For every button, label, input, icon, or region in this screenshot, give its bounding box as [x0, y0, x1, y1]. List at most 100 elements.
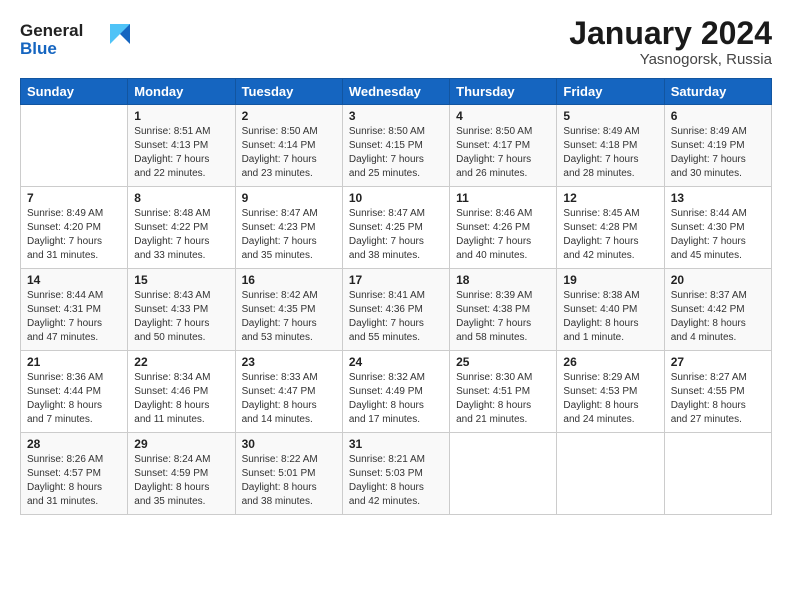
day-number: 18	[456, 273, 550, 287]
sunset-text: Sunset: 4:20 PM	[27, 222, 101, 233]
day-info: Sunrise: 8:32 AM Sunset: 4:49 PM Dayligh…	[349, 371, 443, 427]
sunrise-text: Sunrise: 8:44 AM	[27, 290, 103, 301]
daylight-text: Daylight: 7 hours and 30 minutes.	[671, 154, 746, 179]
day-info: Sunrise: 8:36 AM Sunset: 4:44 PM Dayligh…	[27, 371, 121, 427]
sunrise-text: Sunrise: 8:46 AM	[456, 208, 532, 219]
sunrise-text: Sunrise: 8:24 AM	[134, 454, 210, 465]
day-number: 16	[242, 273, 336, 287]
day-number: 28	[27, 437, 121, 451]
day-info: Sunrise: 8:41 AM Sunset: 4:36 PM Dayligh…	[349, 289, 443, 345]
sunrise-text: Sunrise: 8:44 AM	[671, 208, 747, 219]
day-number: 9	[242, 191, 336, 205]
daylight-text: Daylight: 7 hours and 33 minutes.	[134, 236, 209, 261]
calendar-header-row: Sunday Monday Tuesday Wednesday Thursday…	[21, 79, 772, 105]
day-info: Sunrise: 8:42 AM Sunset: 4:35 PM Dayligh…	[242, 289, 336, 345]
day-info: Sunrise: 8:38 AM Sunset: 4:40 PM Dayligh…	[563, 289, 657, 345]
sunrise-text: Sunrise: 8:50 AM	[456, 126, 532, 137]
table-row: 8 Sunrise: 8:48 AM Sunset: 4:22 PM Dayli…	[128, 187, 235, 269]
calendar-week-row: 28 Sunrise: 8:26 AM Sunset: 4:57 PM Dayl…	[21, 433, 772, 515]
daylight-text: Daylight: 7 hours and 45 minutes.	[671, 236, 746, 261]
daylight-text: Daylight: 8 hours and 11 minutes.	[134, 400, 209, 425]
day-number: 20	[671, 273, 765, 287]
table-row: 5 Sunrise: 8:49 AM Sunset: 4:18 PM Dayli…	[557, 105, 664, 187]
day-number: 30	[242, 437, 336, 451]
sunset-text: Sunset: 4:53 PM	[563, 386, 637, 397]
day-info: Sunrise: 8:47 AM Sunset: 4:25 PM Dayligh…	[349, 207, 443, 263]
daylight-text: Daylight: 8 hours and 35 minutes.	[134, 482, 209, 507]
daylight-text: Daylight: 7 hours and 55 minutes.	[349, 318, 424, 343]
calendar-week-row: 7 Sunrise: 8:49 AM Sunset: 4:20 PM Dayli…	[21, 187, 772, 269]
day-number: 19	[563, 273, 657, 287]
sunset-text: Sunset: 4:35 PM	[242, 304, 316, 315]
logo: General Blue	[20, 16, 130, 65]
header-monday: Monday	[128, 79, 235, 105]
sunset-text: Sunset: 4:13 PM	[134, 140, 208, 151]
sunrise-text: Sunrise: 8:37 AM	[671, 290, 747, 301]
sunset-text: Sunset: 4:17 PM	[456, 140, 530, 151]
sunset-text: Sunset: 4:31 PM	[27, 304, 101, 315]
sunrise-text: Sunrise: 8:49 AM	[671, 126, 747, 137]
sunset-text: Sunset: 4:44 PM	[27, 386, 101, 397]
sunset-text: Sunset: 4:15 PM	[349, 140, 423, 151]
header-sunday: Sunday	[21, 79, 128, 105]
daylight-text: Daylight: 7 hours and 35 minutes.	[242, 236, 317, 261]
sunrise-text: Sunrise: 8:51 AM	[134, 126, 210, 137]
table-row: 11 Sunrise: 8:46 AM Sunset: 4:26 PM Dayl…	[450, 187, 557, 269]
sunset-text: Sunset: 4:55 PM	[671, 386, 745, 397]
sunrise-text: Sunrise: 8:50 AM	[349, 126, 425, 137]
table-row: 31 Sunrise: 8:21 AM Sunset: 5:03 PM Dayl…	[342, 433, 449, 515]
page-header: General Blue January 2024 Yasnogorsk, Ru…	[20, 16, 772, 68]
table-row: 18 Sunrise: 8:39 AM Sunset: 4:38 PM Dayl…	[450, 269, 557, 351]
day-number: 29	[134, 437, 228, 451]
sunset-text: Sunset: 4:33 PM	[134, 304, 208, 315]
table-row: 9 Sunrise: 8:47 AM Sunset: 4:23 PM Dayli…	[235, 187, 342, 269]
daylight-text: Daylight: 7 hours and 38 minutes.	[349, 236, 424, 261]
logo-text-block: General Blue	[20, 16, 130, 65]
day-number: 12	[563, 191, 657, 205]
calendar-week-row: 21 Sunrise: 8:36 AM Sunset: 4:44 PM Dayl…	[21, 351, 772, 433]
day-number: 17	[349, 273, 443, 287]
day-info: Sunrise: 8:26 AM Sunset: 4:57 PM Dayligh…	[27, 453, 121, 509]
calendar-page: General Blue January 2024 Yasnogorsk, Ru…	[0, 0, 792, 612]
day-number: 1	[134, 109, 228, 123]
daylight-text: Daylight: 8 hours and 31 minutes.	[27, 482, 102, 507]
logo-svg: General Blue	[20, 16, 130, 60]
table-row: 3 Sunrise: 8:50 AM Sunset: 4:15 PM Dayli…	[342, 105, 449, 187]
header-friday: Friday	[557, 79, 664, 105]
sunset-text: Sunset: 4:18 PM	[563, 140, 637, 151]
day-info: Sunrise: 8:30 AM Sunset: 4:51 PM Dayligh…	[456, 371, 550, 427]
table-row: 13 Sunrise: 8:44 AM Sunset: 4:30 PM Dayl…	[664, 187, 771, 269]
day-info: Sunrise: 8:50 AM Sunset: 4:17 PM Dayligh…	[456, 125, 550, 181]
day-info: Sunrise: 8:48 AM Sunset: 4:22 PM Dayligh…	[134, 207, 228, 263]
sunset-text: Sunset: 4:42 PM	[671, 304, 745, 315]
sunset-text: Sunset: 4:36 PM	[349, 304, 423, 315]
day-number: 14	[27, 273, 121, 287]
table-row: 24 Sunrise: 8:32 AM Sunset: 4:49 PM Dayl…	[342, 351, 449, 433]
sunrise-text: Sunrise: 8:33 AM	[242, 372, 318, 383]
day-number: 4	[456, 109, 550, 123]
day-number: 15	[134, 273, 228, 287]
month-title: January 2024	[569, 16, 772, 51]
day-info: Sunrise: 8:49 AM Sunset: 4:19 PM Dayligh…	[671, 125, 765, 181]
calendar-week-row: 14 Sunrise: 8:44 AM Sunset: 4:31 PM Dayl…	[21, 269, 772, 351]
title-block: January 2024 Yasnogorsk, Russia	[569, 16, 772, 68]
table-row: 26 Sunrise: 8:29 AM Sunset: 4:53 PM Dayl…	[557, 351, 664, 433]
sunset-text: Sunset: 4:19 PM	[671, 140, 745, 151]
daylight-text: Daylight: 7 hours and 42 minutes.	[563, 236, 638, 261]
header-wednesday: Wednesday	[342, 79, 449, 105]
day-info: Sunrise: 8:34 AM Sunset: 4:46 PM Dayligh…	[134, 371, 228, 427]
table-row: 27 Sunrise: 8:27 AM Sunset: 4:55 PM Dayl…	[664, 351, 771, 433]
table-row: 1 Sunrise: 8:51 AM Sunset: 4:13 PM Dayli…	[128, 105, 235, 187]
sunset-text: Sunset: 4:46 PM	[134, 386, 208, 397]
sunset-text: Sunset: 5:03 PM	[349, 468, 423, 479]
daylight-text: Daylight: 8 hours and 38 minutes.	[242, 482, 317, 507]
sunrise-text: Sunrise: 8:45 AM	[563, 208, 639, 219]
day-info: Sunrise: 8:24 AM Sunset: 4:59 PM Dayligh…	[134, 453, 228, 509]
sunrise-text: Sunrise: 8:26 AM	[27, 454, 103, 465]
sunrise-text: Sunrise: 8:22 AM	[242, 454, 318, 465]
table-row: 14 Sunrise: 8:44 AM Sunset: 4:31 PM Dayl…	[21, 269, 128, 351]
sunrise-text: Sunrise: 8:47 AM	[242, 208, 318, 219]
daylight-text: Daylight: 7 hours and 50 minutes.	[134, 318, 209, 343]
sunrise-text: Sunrise: 8:49 AM	[563, 126, 639, 137]
sunrise-text: Sunrise: 8:49 AM	[27, 208, 103, 219]
